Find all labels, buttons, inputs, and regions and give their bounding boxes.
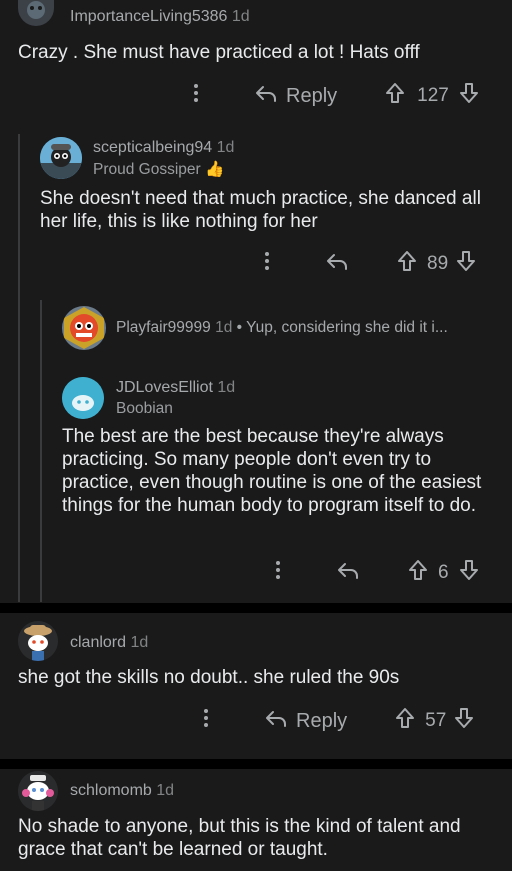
comment-username-row: clanlord 1d [70, 634, 148, 652]
comment-time: 1d [156, 782, 175, 799]
more-vertical-icon[interactable] [196, 706, 216, 736]
comment-time: 1d [216, 139, 235, 156]
user-avatar[interactable] [18, 621, 58, 661]
comment-time: 1d [215, 319, 233, 336]
comment-body: She doesn't need that much practice, she… [40, 188, 481, 232]
comment-actions: Reply 127 [186, 82, 481, 110]
user-avatar[interactable] [62, 306, 106, 350]
user-flair: Proud Gossiper 👍 [93, 160, 224, 179]
upvote-arrow-icon[interactable] [395, 249, 419, 279]
user-flair-text: Proud Gossiper [93, 161, 201, 178]
more-vertical-icon[interactable] [186, 81, 206, 111]
downvote-arrow-icon[interactable] [454, 249, 478, 279]
comment-body: she got the skills no doubt.. she ruled … [18, 667, 400, 688]
comment-time: 1d [231, 8, 250, 25]
comment-username-row: schlomomb 1d [70, 782, 174, 800]
user-flair: Boobian [116, 400, 173, 417]
comment-username[interactable]: Playfair99999 [116, 319, 211, 336]
comment-body: No shade to anyone, but this is the kind… [18, 816, 461, 860]
comment-body: Crazy . She must have practiced a lot ! … [18, 42, 420, 63]
reply-button[interactable]: Reply [286, 85, 337, 108]
comment-username-row: ImportanceLiving5386 1d [70, 8, 250, 26]
comment-actions: 89 [257, 251, 478, 277]
vote-score: 57 [425, 710, 447, 731]
thumbs-up-icon: 👍 [205, 161, 225, 178]
comment-username-row: JDLovesElliot 1d [116, 379, 235, 397]
reply-arrow-icon[interactable] [325, 249, 349, 279]
reply-button[interactable]: Reply [296, 710, 347, 733]
comment-preview: • Yup, considering she did it i... [236, 319, 448, 336]
comment-username[interactable]: schlomomb [70, 782, 152, 799]
user-avatar[interactable] [62, 377, 104, 419]
vote-score: 89 [427, 253, 449, 274]
downvote-arrow-icon[interactable] [457, 558, 481, 588]
collapsed-comment-row[interactable]: Playfair99999 1d • Yup, considering she … [116, 319, 448, 337]
comment-time: 1d [217, 379, 236, 396]
vote-score: 6 [438, 562, 449, 583]
comment-username[interactable]: ImportanceLiving5386 [70, 8, 227, 25]
comment-actions: Reply 57 [196, 707, 476, 735]
comment-separator [0, 759, 512, 769]
thread-line[interactable] [40, 300, 42, 602]
comment-separator [0, 603, 512, 613]
comment-username[interactable]: JDLovesElliot [116, 379, 213, 396]
upvote-arrow-icon[interactable] [383, 81, 407, 111]
reply-arrow-icon[interactable] [264, 706, 288, 736]
downvote-arrow-icon[interactable] [452, 706, 476, 736]
comment-username-row: scepticalbeing94 1d [93, 139, 234, 157]
user-avatar[interactable] [40, 137, 82, 179]
downvote-arrow-icon[interactable] [457, 81, 481, 111]
thread-line[interactable] [18, 134, 20, 602]
comment-time: 1d [130, 634, 149, 651]
more-vertical-icon[interactable] [268, 558, 288, 588]
comment-body: The best are the best because they're al… [62, 426, 482, 516]
reply-arrow-icon[interactable] [254, 81, 278, 111]
reply-arrow-icon[interactable] [336, 558, 360, 588]
upvote-arrow-icon[interactable] [406, 558, 430, 588]
user-avatar[interactable] [18, 771, 58, 811]
more-vertical-icon[interactable] [257, 249, 277, 279]
comment-username[interactable]: scepticalbeing94 [93, 139, 212, 156]
comment-actions: 6 [268, 560, 481, 586]
vote-score: 127 [417, 85, 449, 106]
comment-username[interactable]: clanlord [70, 634, 126, 651]
upvote-arrow-icon[interactable] [393, 706, 417, 736]
